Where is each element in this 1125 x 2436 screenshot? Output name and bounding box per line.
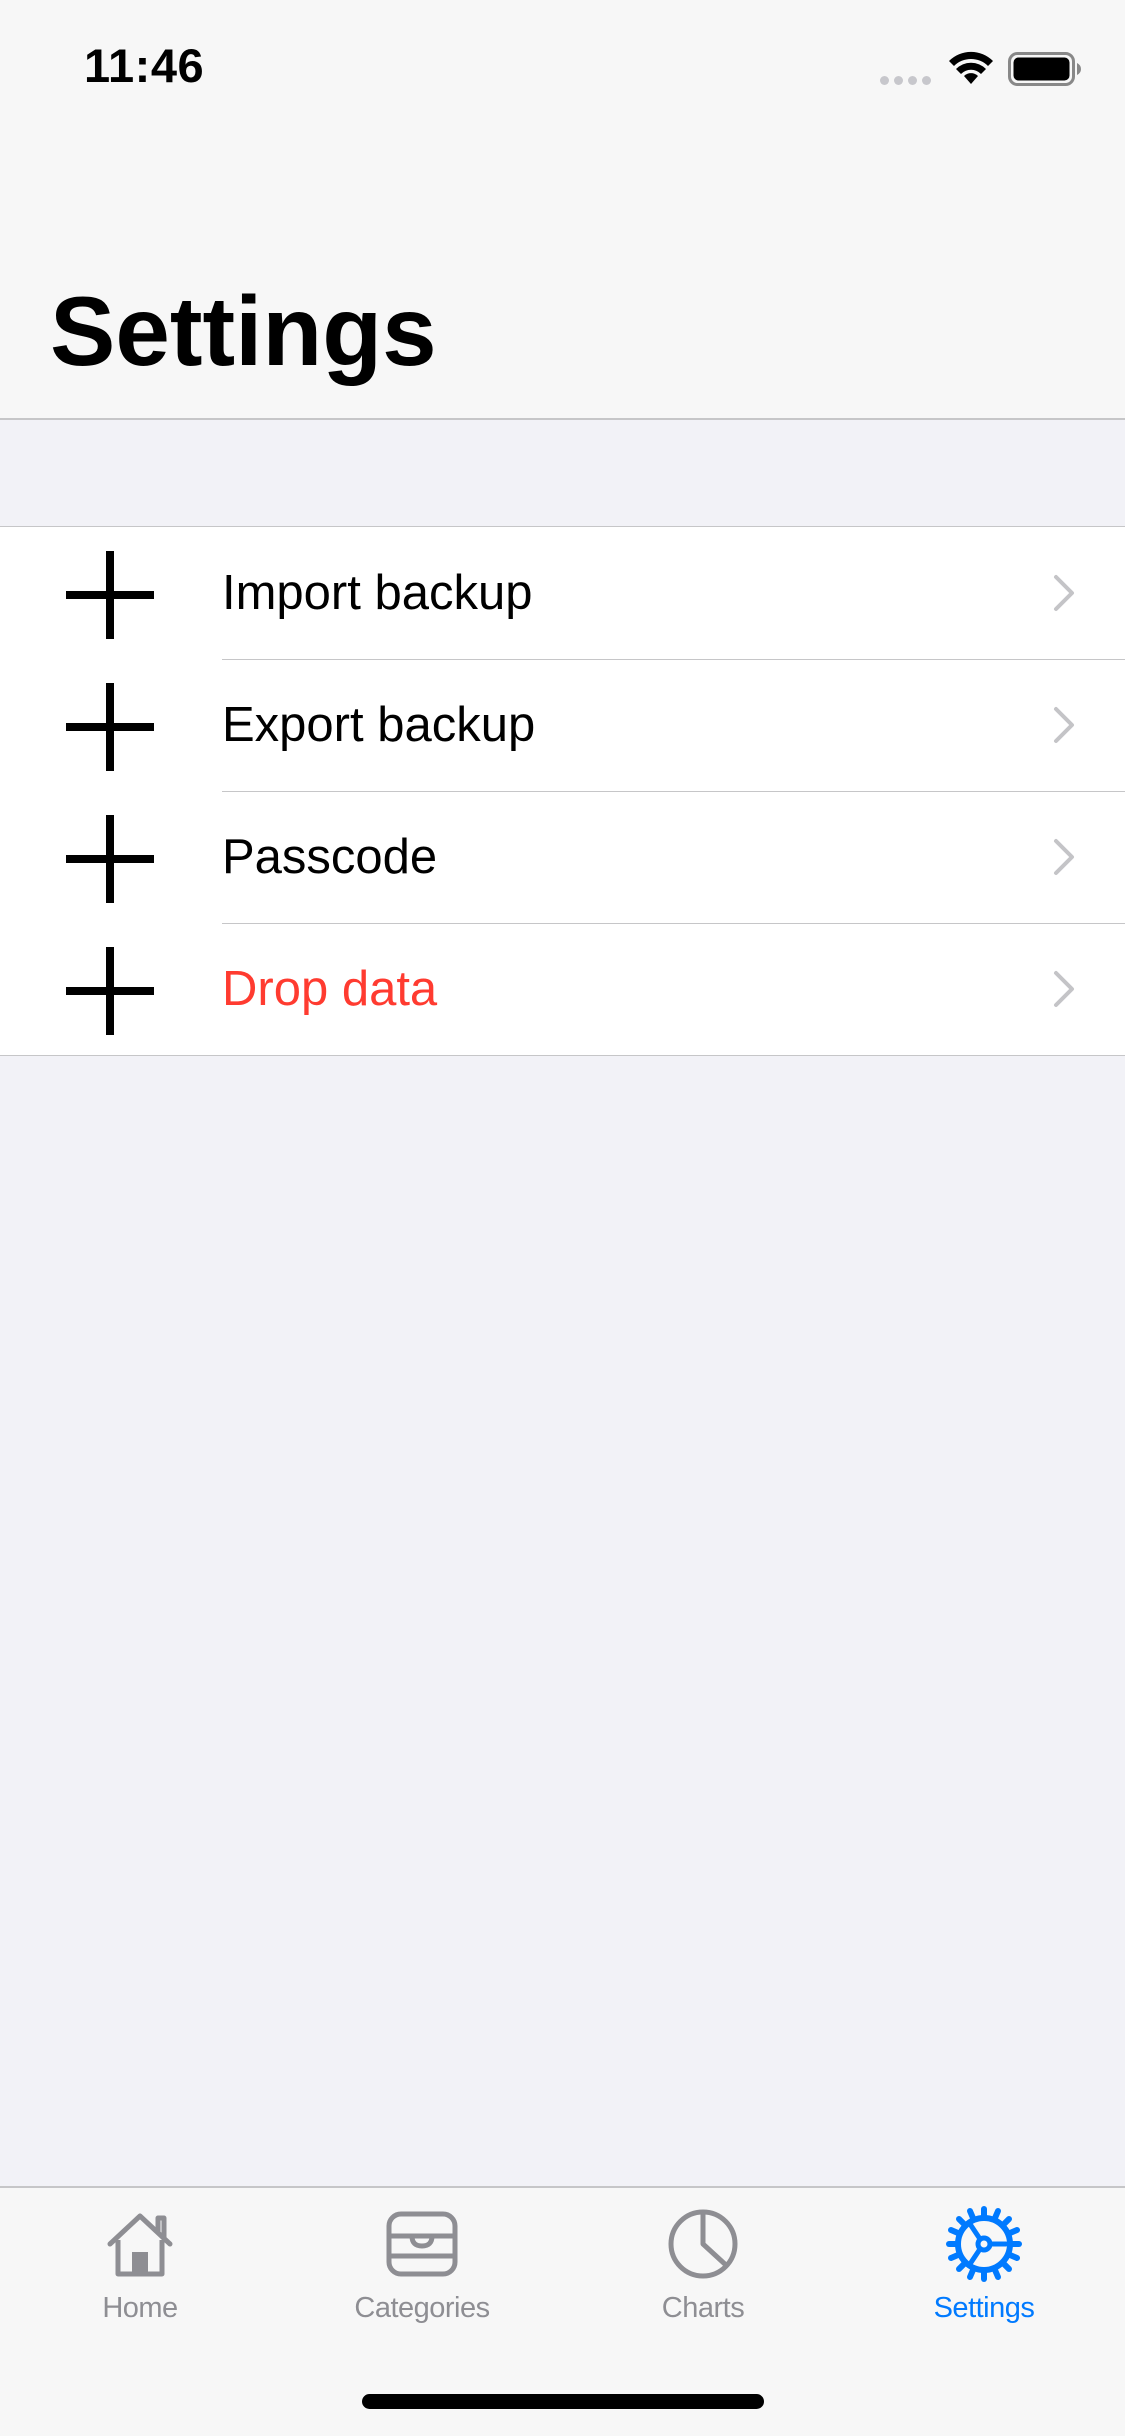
tab-label: Categories <box>354 2292 490 2324</box>
plus-icon <box>66 551 154 639</box>
row-label: Passcode <box>222 830 438 884</box>
tab-settings[interactable]: Settings <box>884 2188 1084 2328</box>
navigation-header: Settings <box>0 132 1125 420</box>
plus-icon <box>66 815 154 903</box>
row-label: Drop data <box>222 962 438 1016</box>
tab-home[interactable]: Home <box>40 2188 240 2328</box>
status-time: 11:46 <box>84 39 205 92</box>
settings-row-passcode[interactable]: Passcode <box>0 791 1125 923</box>
page-title: Settings <box>50 276 437 386</box>
row-label: Import backup <box>222 566 533 620</box>
tab-label: Settings <box>933 2292 1035 2324</box>
settings-row-import-backup[interactable]: Import backup <box>0 527 1125 659</box>
settings-list: Import backup Export backup Passcode Dro… <box>0 526 1125 1056</box>
settings-row-export-backup[interactable]: Export backup <box>0 659 1125 791</box>
gear-icon <box>946 2206 1022 2282</box>
chevron-right-icon <box>1054 707 1074 743</box>
status-bar: 11:46 <box>0 0 1125 132</box>
tray-icon <box>386 2211 458 2277</box>
plus-icon <box>66 947 154 1035</box>
pie-chart-icon <box>668 2209 738 2279</box>
home-icon <box>107 2213 173 2277</box>
tab-label: Home <box>102 2292 178 2324</box>
wifi-icon <box>949 51 993 84</box>
tab-charts[interactable]: Charts <box>603 2188 803 2328</box>
tab-label: Charts <box>661 2292 745 2324</box>
row-label: Export backup <box>222 698 536 752</box>
chevron-right-icon <box>1054 971 1074 1007</box>
cellular-signal-icon <box>880 76 931 85</box>
chevron-right-icon <box>1054 839 1074 875</box>
home-indicator[interactable] <box>362 2394 764 2409</box>
plus-icon <box>66 683 154 771</box>
chevron-right-icon <box>1054 575 1074 611</box>
battery-icon <box>1008 52 1081 86</box>
settings-row-drop-data[interactable]: Drop data <box>0 923 1125 1055</box>
tab-categories[interactable]: Categories <box>322 2188 522 2328</box>
